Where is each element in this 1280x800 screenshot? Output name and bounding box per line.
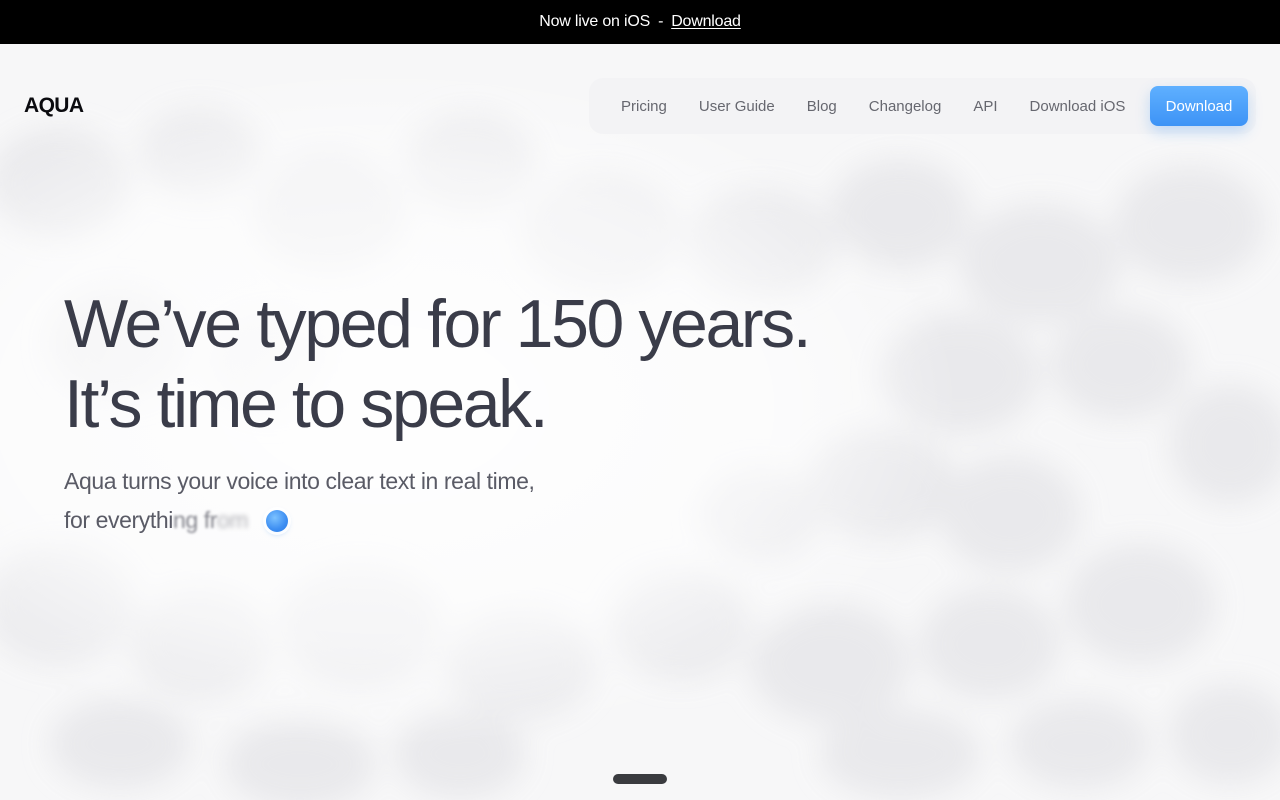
nav-link-pricing[interactable]: Pricing <box>621 98 667 115</box>
nav-link-changelog[interactable]: Changelog <box>869 98 942 115</box>
hero-subline: Aqua turns your voice into clear text in… <box>64 462 809 540</box>
hero-section: We’ve typed for 150 years. It’s time to … <box>64 284 812 540</box>
recording-dot-icon <box>266 509 289 532</box>
download-button[interactable]: Download <box>1150 86 1248 126</box>
hero-headline: We’ve typed for 150 years. It’s time to … <box>64 284 812 444</box>
nav-link-download-ios[interactable]: Download iOS <box>1030 98 1126 115</box>
scroll-handle[interactable] <box>613 774 667 784</box>
announcement-bar: Now live on iOS - Download <box>0 0 1280 44</box>
subline-line-1: Aqua turns your voice into clear text in… <box>64 468 535 494</box>
headline-line-2: It’s time to speak. <box>64 366 549 442</box>
typing-text-fading: ng fr <box>172 507 217 533</box>
headline-line-1: We’ve typed for 150 years. <box>64 286 812 362</box>
site-header: AQUA Pricing User Guide Blog Changelog A… <box>0 44 1280 168</box>
nav-link-api[interactable]: API <box>973 98 997 115</box>
typing-text-solid: for everythi <box>64 507 173 533</box>
nav-link-user-guide[interactable]: User Guide <box>699 98 775 115</box>
nav-link-blog[interactable]: Blog <box>807 98 837 115</box>
typing-text-faded: om <box>217 507 249 533</box>
announcement-download-link[interactable]: Download <box>671 13 741 31</box>
main-nav: Pricing User Guide Blog Changelog API Do… <box>589 78 1256 134</box>
logo[interactable]: AQUA <box>24 94 84 118</box>
announcement-text: Now live on iOS <box>539 13 651 30</box>
typing-line: for everythi ng fr om <box>64 501 809 540</box>
announcement-separator: - <box>658 13 664 30</box>
